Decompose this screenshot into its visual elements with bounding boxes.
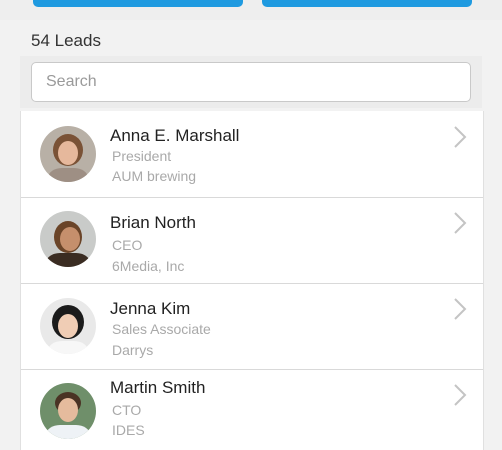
avatar	[40, 211, 96, 267]
avatar	[40, 126, 96, 182]
lead-title: CEO	[112, 237, 143, 253]
lead-company: Darrys	[112, 342, 154, 358]
avatar	[40, 298, 96, 354]
lead-row-martin-smith[interactable]: Martin Smith CTO IDES	[21, 369, 483, 450]
lead-company: AUM brewing	[112, 168, 197, 184]
chevron-right-icon	[454, 384, 467, 406]
lead-count: 54 Leads	[31, 31, 101, 50]
lead-row-jenna-kim[interactable]: Jenna Kim Sales Associate Darrys	[21, 283, 483, 370]
lead-title: CTO	[112, 402, 142, 418]
lead-title: President	[112, 148, 172, 164]
lead-company: IDES	[112, 422, 145, 438]
chevron-right-icon	[454, 212, 467, 234]
search-bar	[20, 56, 482, 108]
chevron-right-icon	[454, 126, 467, 148]
lead-title: Sales Associate	[112, 321, 211, 337]
lead-name: Anna E. Marshall	[110, 126, 240, 145]
left-action-button[interactable]	[33, 0, 243, 7]
lead-name: Jenna Kim	[110, 299, 191, 318]
right-action-button[interactable]	[262, 0, 472, 7]
lead-name: Brian North	[110, 213, 196, 232]
lead-name: Martin Smith	[110, 378, 206, 397]
search-input[interactable]	[31, 62, 471, 102]
top-toolbar	[0, 0, 502, 20]
avatar	[40, 383, 96, 439]
lead-row-anna-marshall[interactable]: Anna E. Marshall President AUM brewing	[21, 111, 483, 198]
lead-row-brian-north[interactable]: Brian North CEO 6Media, Inc	[21, 197, 483, 284]
chevron-right-icon	[454, 298, 467, 320]
lead-list: Anna E. Marshall President AUM brewing B…	[20, 111, 484, 450]
lead-company: 6Media, Inc	[112, 258, 185, 274]
